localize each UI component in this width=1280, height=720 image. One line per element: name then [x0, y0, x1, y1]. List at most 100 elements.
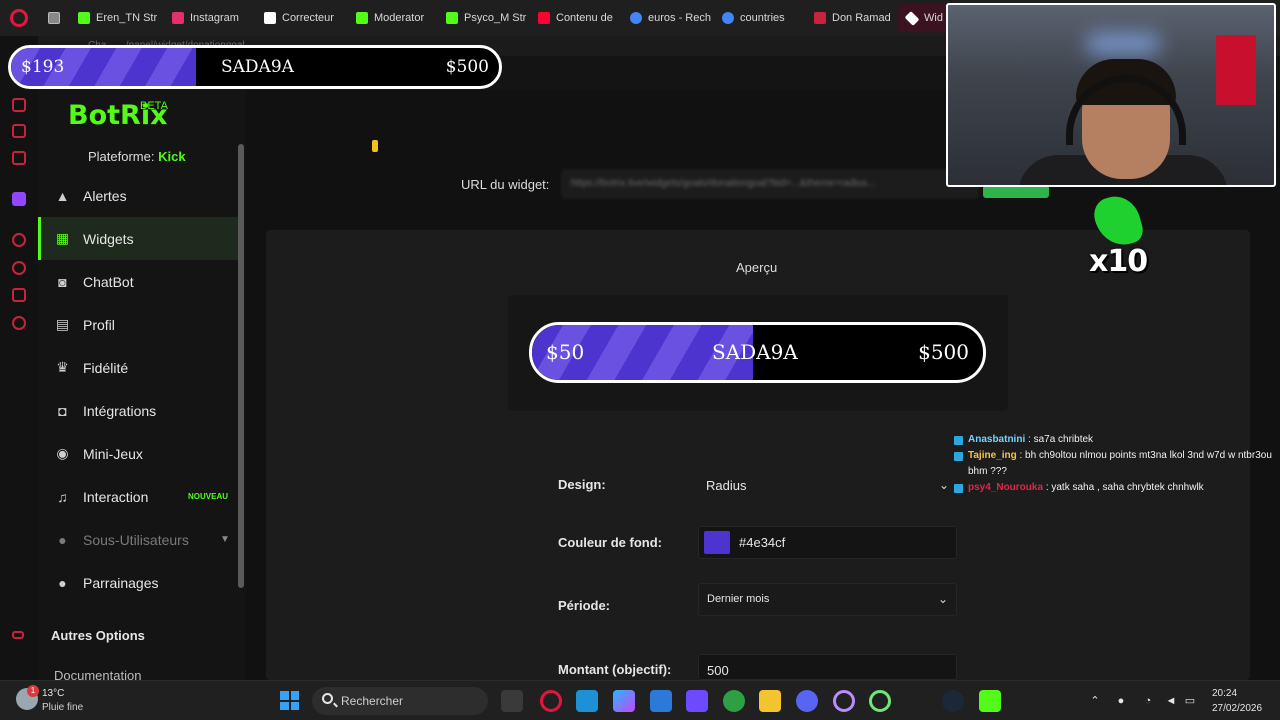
clock-time[interactable]: 20:24 — [1212, 688, 1237, 699]
botrix-favicon-icon — [904, 10, 920, 26]
sidebar-item-parrainages[interactable]: ● Parrainages — [38, 561, 238, 604]
browser-tab[interactable]: Contenu de — [530, 4, 622, 32]
warning-icon: ▲ — [55, 187, 70, 204]
sidebar-item-fidelite[interactable]: ♛ Fidélité — [38, 346, 238, 389]
robot-icon: ◙ — [58, 273, 67, 290]
chat-text: : yatk saha , saha chrybtek chnhwlk — [1045, 482, 1204, 493]
settings-icon[interactable] — [12, 316, 26, 330]
design-select[interactable]: Radius ⌄ — [698, 469, 957, 502]
store-icon[interactable] — [650, 690, 672, 712]
chat-message: Tajine_ing : bh ch9oltou nlmou points mt… — [952, 448, 1280, 480]
search-icon — [322, 693, 333, 704]
preview-title: Aperçu — [736, 260, 778, 275]
discord-icon[interactable] — [796, 690, 818, 712]
webcam-flag — [1216, 35, 1256, 105]
xbox-icon[interactable] — [723, 690, 745, 712]
music-icon: ♫ — [57, 488, 68, 505]
photos-icon[interactable] — [576, 690, 598, 712]
sidebar-item-integrations[interactable]: ◘ Intégrations — [38, 389, 238, 432]
preview-name: SADA9A — [712, 340, 798, 364]
battery-icon[interactable]: ▭ — [1183, 694, 1197, 708]
preview-current: $50 — [546, 340, 585, 364]
color-swatch[interactable] — [704, 531, 730, 554]
opera-logo-icon[interactable] — [10, 9, 28, 27]
weather-description[interactable]: Pluie fine — [42, 702, 83, 713]
sidebar-app-icon[interactable] — [12, 151, 26, 165]
id-card-icon: ▤ — [55, 316, 70, 332]
weather-temperature[interactable]: 13°C — [42, 688, 64, 699]
sidebar-nav: ▲ Alertes ▦ Widgets ◙ ChatBot ▤ Profil ♛ Fidé… — [38, 174, 238, 604]
platform-indicator: Plateforme: Kick — [88, 149, 186, 164]
instagram-favicon-icon — [172, 12, 184, 24]
chat-message: psy4_Nourouka : yatk saha , saha chrybte… — [952, 480, 1280, 496]
chevron-up-icon[interactable]: ⌃ — [1088, 694, 1102, 708]
opera-icon[interactable] — [540, 690, 562, 712]
webcam-light — [1088, 35, 1158, 53]
browser-tab[interactable] — [40, 4, 70, 32]
kick-icon[interactable] — [979, 690, 1001, 712]
history-icon[interactable] — [12, 261, 26, 275]
goal-amount-input[interactable]: 500 — [698, 654, 957, 680]
taskbar-search[interactable]: Rechercher — [312, 687, 488, 715]
browser-tab[interactable]: Eren_TN Str — [70, 4, 164, 32]
sidebar-item-chatbot[interactable]: ◙ ChatBot — [38, 260, 238, 303]
browser-tab[interactable]: countries — [714, 4, 806, 32]
bg-color-input[interactable]: #4e34cf — [698, 526, 957, 559]
preview-goal-bar: $50 SADA9A $500 — [529, 322, 986, 383]
sidebar-app-icon[interactable] — [12, 98, 26, 112]
sidebar-item-documentation[interactable]: Documentation — [54, 668, 141, 680]
kick-badge-icon — [954, 436, 963, 445]
kick-favicon-icon — [356, 12, 368, 24]
design-label: Design: — [558, 477, 606, 492]
sidebar-item-interaction[interactable]: ♫ Interaction NOUVEAU — [38, 475, 238, 518]
beta-badge: BETA — [140, 100, 168, 112]
chevron-down-icon: ⌄ — [937, 592, 948, 606]
browser-tab[interactable]: Correcteur — [256, 4, 348, 32]
don-favicon-icon — [814, 12, 826, 24]
browser-tab[interactable]: Instagram — [164, 4, 256, 32]
sidebar-item-widgets[interactable]: ▦ Widgets — [38, 217, 238, 260]
chat-message: Anasbatnini : sa7a chribtek — [952, 432, 1280, 448]
opera-gx-green-icon[interactable] — [869, 690, 891, 712]
twitch-icon[interactable] — [12, 192, 26, 206]
sidebar-item-sous-utilisateurs[interactable]: ● Sous-Utilisateurs ▼ — [38, 518, 238, 561]
steam-icon[interactable] — [942, 690, 964, 712]
period-label: Période: — [558, 598, 611, 613]
kick-favicon-icon — [78, 12, 90, 24]
sidebar-item-alertes[interactable]: ▲ Alertes — [38, 174, 238, 217]
microphone-icon[interactable]: ● — [1114, 694, 1128, 708]
proton-icon[interactable] — [686, 690, 708, 712]
volume-icon[interactable]: ◄ — [1164, 694, 1178, 708]
other-options-heading: Autres Options — [51, 628, 145, 643]
extensions-icon[interactable] — [12, 288, 26, 302]
chevron-down-icon: ⌄ — [938, 478, 949, 492]
browser-tab[interactable]: Don Ramad — [806, 4, 898, 32]
search-placeholder: Rechercher — [341, 694, 404, 708]
grid-icon: ▦ — [55, 230, 70, 246]
opera-gx-icon[interactable] — [833, 690, 855, 712]
sidebar-scrollbar[interactable] — [238, 144, 244, 588]
browser-tab[interactable]: euros - Rech — [622, 4, 714, 32]
sidebar-item-profil[interactable]: ▤ Profil — [38, 303, 238, 346]
widget-url-input[interactable]: https://botrix.live/widgets/goals/donati… — [562, 170, 978, 198]
chat-text: : sa7a chribtek — [1028, 434, 1094, 445]
clock-date[interactable]: 27/02/2026 — [1212, 703, 1262, 714]
period-select[interactable]: Dernier mois ⌄ — [698, 583, 957, 616]
info-banner-edge — [372, 140, 378, 152]
donation-goal-overlay: $193 SADA9A $500 — [8, 45, 502, 89]
sidebar-app-icon[interactable] — [12, 124, 26, 138]
trophy-icon: ♛ — [56, 359, 69, 375]
file-explorer-icon[interactable] — [759, 690, 781, 712]
browser-tab[interactable]: Psyco_M Str — [438, 4, 530, 32]
google-favicon-icon — [722, 12, 734, 24]
sidebar-item-mini-jeux[interactable]: ◉ Mini-Jeux — [38, 432, 238, 475]
gx-icon[interactable] — [12, 631, 24, 639]
task-view-icon[interactable] — [501, 690, 523, 712]
sidebar-app-icon[interactable] — [12, 233, 26, 247]
users-icon: ● — [58, 531, 67, 548]
copilot-icon[interactable] — [613, 690, 635, 712]
start-button[interactable] — [280, 691, 299, 710]
opera-sidebar — [0, 36, 38, 680]
wifi-icon[interactable]: ◔ — [1141, 694, 1155, 708]
browser-tab[interactable]: Moderator — [348, 4, 438, 32]
